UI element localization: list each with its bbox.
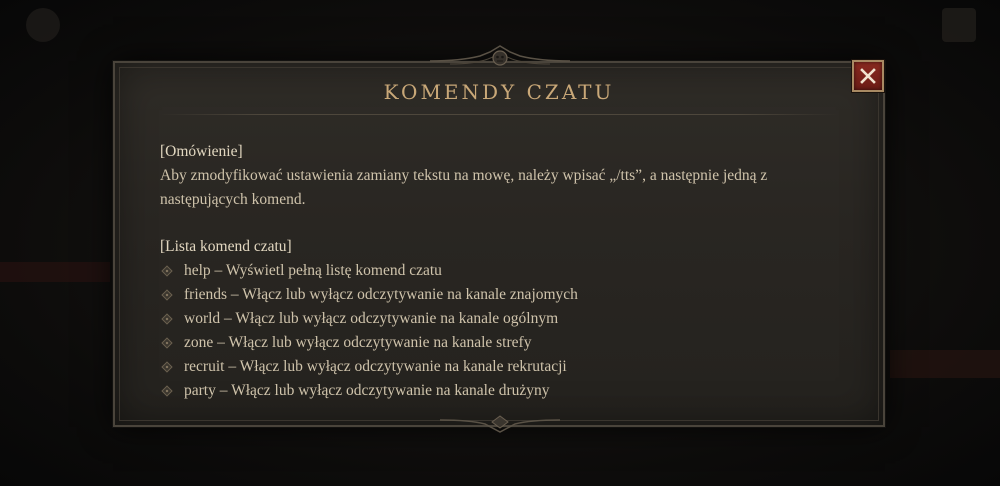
diamond-bullet-icon — [161, 361, 173, 373]
overview-text-line1: Aby zmodyfikować ustawienia zamiany teks… — [160, 167, 768, 184]
command-text: world – Włącz lub wyłącz odczytywanie na… — [184, 310, 559, 327]
dialog-content: [Omówienie] Aby zmodyfikować ustawienia … — [160, 140, 840, 403]
diamond-bullet-icon — [161, 337, 173, 349]
background-highlight — [890, 350, 1000, 378]
diamond-bullet-icon — [161, 313, 173, 325]
list-item: zone – Włącz lub wyłącz odczytywanie na … — [160, 331, 840, 355]
background-corner-icon — [942, 8, 976, 42]
list-item: party – Włącz lub wyłącz odczytywanie na… — [160, 379, 840, 403]
diamond-bullet-icon — [161, 265, 173, 277]
close-x-icon — [860, 68, 876, 84]
bottom-ornament-icon — [440, 415, 560, 433]
overview-text: Aby zmodyfikować ustawienia zamiany teks… — [160, 164, 840, 212]
list-item: world – Włącz lub wyłącz odczytywanie na… — [160, 307, 840, 331]
dialog-title: Komendy czatu — [383, 80, 615, 104]
background-emblem-icon — [26, 8, 60, 42]
overview-heading: [Omówienie] — [160, 143, 243, 160]
background-highlight — [0, 262, 110, 282]
command-text: friends – Włącz lub wyłącz odczytywanie … — [184, 286, 578, 303]
list-item: friends – Włącz lub wyłącz odczytywanie … — [160, 283, 840, 307]
list-item: recruit – Włącz lub wyłącz odczytywanie … — [160, 355, 840, 379]
command-list-heading: [Lista komend czatu] — [160, 238, 292, 255]
command-list: help – Wyświetl pełną listę komend czatu… — [160, 259, 840, 403]
title-divider — [160, 114, 838, 115]
overview-text-line2: następujących komend. — [160, 191, 306, 208]
command-text: recruit – Włącz lub wyłącz odczytywanie … — [184, 358, 567, 375]
command-text: party – Włącz lub wyłącz odczytywanie na… — [184, 382, 550, 399]
command-text: help – Wyświetl pełną listę komend czatu — [184, 262, 442, 279]
diamond-bullet-icon — [161, 385, 173, 397]
list-item: help – Wyświetl pełną listę komend czatu — [160, 259, 840, 283]
diamond-bullet-icon — [161, 289, 173, 301]
top-ornament-icon — [430, 45, 570, 66]
command-text: zone – Włącz lub wyłącz odczytywanie na … — [184, 334, 532, 351]
close-button[interactable] — [852, 60, 884, 92]
